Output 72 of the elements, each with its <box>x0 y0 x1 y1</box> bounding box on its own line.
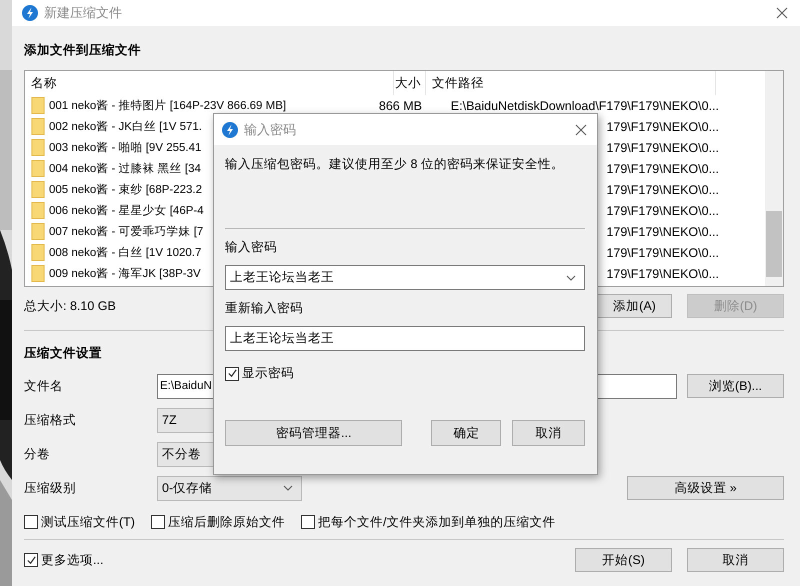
checkbox[interactable] <box>24 515 38 529</box>
folder-icon <box>31 202 45 219</box>
folder-icon <box>31 244 45 261</box>
field-label: 压缩格式 <box>24 412 77 428</box>
window-title: 新建压缩文件 <box>44 4 123 22</box>
checkbox-label: 测试压缩文件(T) <box>41 514 135 530</box>
checkbox-label: 压缩后删除原始文件 <box>168 514 285 530</box>
folder-icon <box>31 181 45 198</box>
file-name: 005 neko酱 - 束纱 [68P-223.2 <box>49 182 202 197</box>
column-header[interactable]: 大小 <box>394 71 426 95</box>
file-path: 179\F179\NEKO\0... <box>606 140 719 154</box>
cancel-button[interactable]: 取消 <box>512 420 585 446</box>
checkbox-label: 显示密码 <box>242 365 294 382</box>
ok-button[interactable]: 确定 <box>431 420 502 446</box>
confirm-password-field[interactable]: 上老王论坛当老王 <box>225 326 585 351</box>
field-label: 重新输入密码 <box>225 300 304 317</box>
total-size: 总大小: 8.10 GB <box>24 298 116 314</box>
file-path: 179\F179\NEKO\0... <box>606 162 719 176</box>
cancel-button[interactable]: 取消 <box>687 548 784 572</box>
dropdown[interactable]: 0-仅存储 <box>157 476 302 500</box>
chevron-down-icon <box>566 274 576 280</box>
folder-icon <box>31 118 45 135</box>
file-name: 009 neko酱 - 海军JK [38P-3V <box>49 266 201 281</box>
file-name: 006 neko酱 - 星星少女 [46P-4 <box>49 204 204 218</box>
dialog-message: 输入压缩包密码。建议使用至少 8 位的密码来保证安全性。 <box>225 156 565 173</box>
checkbox-label: 更多选项... <box>41 552 104 568</box>
file-name: 007 neko酱 - 可爱乖巧学妹 [7 <box>49 224 204 239</box>
scrollbar[interactable] <box>765 71 783 286</box>
file-path: 179\F179\NEKO\0... <box>606 182 719 196</box>
checkbox[interactable] <box>300 515 315 529</box>
file-name: 003 neko酱 - 啪啪 [9V 255.41 <box>49 140 202 155</box>
start-button[interactable]: 开始(S) <box>575 548 672 572</box>
folder-icon <box>31 139 45 156</box>
browse-button[interactable]: 浏览(B)... <box>687 374 784 398</box>
file-path: 179\F179\NEKO\0... <box>606 120 719 134</box>
close-icon[interactable] <box>776 7 788 19</box>
file-size: 866 MB <box>378 98 422 112</box>
password-manager-button[interactable]: 密码管理器... <box>225 420 402 446</box>
folder-icon <box>31 97 45 114</box>
column-header[interactable]: 名称 <box>25 71 394 95</box>
file-path: E:\BaiduNetdiskDownload\F179\F179\NEKO\0... <box>450 98 719 112</box>
advanced-settings-button[interactable]: 高级设置 » <box>627 476 784 500</box>
field-label: 分卷 <box>24 446 51 462</box>
folder-icon <box>31 265 45 282</box>
file-name: 001 neko酱 - 推特图片 [164P-23V 866.69 MB] <box>49 98 286 113</box>
checkbox[interactable] <box>24 553 38 567</box>
dialog-title: 输入密码 <box>244 120 297 138</box>
checkbox[interactable] <box>225 366 239 380</box>
password-field[interactable]: 上老王论坛当老王 <box>225 265 585 290</box>
close-icon[interactable] <box>575 124 587 136</box>
field-label: 文件名 <box>24 378 64 394</box>
file-path: 179\F179\NEKO\0... <box>606 266 719 280</box>
field-label: 输入密码 <box>225 239 278 256</box>
file-name: 008 neko酱 - 白丝 [1V 1020.7 <box>49 246 202 260</box>
app-icon <box>22 5 38 21</box>
scroll-thumb[interactable] <box>766 211 782 277</box>
app-icon <box>222 122 238 138</box>
column-header[interactable]: 文件路径 <box>426 71 716 95</box>
folder-icon <box>31 223 45 240</box>
section-heading: 压缩文件设置 <box>24 345 103 362</box>
file-name: 002 neko酱 - JK白丝 [1V 571. <box>49 120 202 134</box>
file-path: 179\F179\NEKO\0... <box>606 224 719 238</box>
add-button[interactable]: 添加(A) <box>597 294 672 318</box>
file-path: 179\F179\NEKO\0... <box>606 246 719 260</box>
chevron-down-icon <box>283 485 293 491</box>
file-path: 179\F179\NEKO\0... <box>606 204 719 218</box>
folder-icon <box>31 160 45 177</box>
section-heading: 添加文件到压缩文件 <box>24 42 142 59</box>
checkbox-label: 把每个文件/文件夹添加到单独的压缩文件 <box>318 514 556 530</box>
field-label: 压缩级别 <box>24 480 77 496</box>
checkbox[interactable] <box>150 515 165 529</box>
file-name: 004 neko酱 - 过膝袜 黑丝 [34 <box>49 162 201 176</box>
